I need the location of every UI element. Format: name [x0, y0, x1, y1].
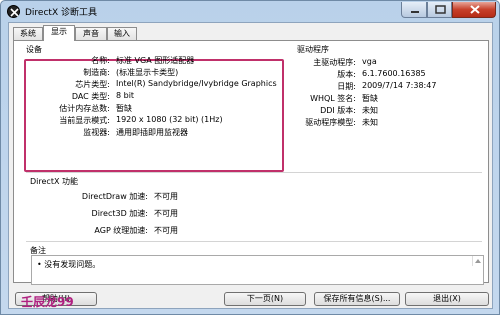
dac-type-value: 8 bit [116, 91, 135, 100]
directx-icon [7, 5, 20, 18]
driver-version-label: 版本: [337, 70, 356, 79]
device-manufacturer-label: 制造商: [83, 68, 110, 77]
driver-group-title: 驱动程序 [297, 45, 329, 54]
memory-label: 估计内存总数: [59, 104, 110, 113]
notes-textbox[interactable]: • 没有发现问题。 [31, 255, 484, 285]
chip-type-label: 芯片类型: [75, 80, 110, 89]
directdraw-value: 不可用 [154, 192, 178, 201]
driver-version-value: 6.1.7600.16385 [362, 69, 426, 78]
whql-label: WHQL 签名: [310, 94, 356, 103]
driver-date-label: 日期: [337, 82, 356, 91]
monitor-label: 监视器: [83, 128, 110, 137]
driver-date-value: 2009/7/14 7:38:47 [362, 81, 437, 90]
directx-group-title: DirectX 功能 [30, 177, 78, 186]
maximize-button[interactable] [427, 2, 452, 18]
divider [26, 241, 482, 242]
memory-value: 暂缺 [116, 104, 132, 113]
title-bar[interactable]: DirectX 诊断工具 [1, 1, 499, 22]
window-title: DirectX 诊断工具 [25, 8, 97, 18]
display-mode-label: 当前显示模式: [59, 116, 110, 125]
main-driver-value: vga [362, 57, 377, 66]
close-button[interactable] [452, 2, 496, 18]
ddi-version-label: DDI 版本: [320, 106, 356, 115]
direct3d-value: 不可用 [154, 209, 178, 218]
notes-item: • 没有发现问题。 [37, 260, 101, 269]
device-name-value: 标准 VGA 图形适配器 [116, 56, 195, 65]
save-all-button[interactable]: 保存所有信息(S)... [314, 292, 400, 306]
tab-display[interactable]: 显示 [43, 25, 75, 41]
directdraw-label: DirectDraw 加速: [81, 192, 148, 201]
whql-value: 暂缺 [362, 94, 378, 103]
device-group-title: 设备 [26, 45, 42, 54]
dac-type-label: DAC 类型: [71, 92, 110, 101]
display-panel: 设备 名称: 标准 VGA 图形适配器 制造商: (标准显示卡类型) 芯片类型:… [13, 40, 489, 285]
driver-model-label: 驱动程序模型: [305, 118, 356, 127]
ddi-version-value: 未知 [362, 106, 378, 115]
directx-diag-window: DirectX 诊断工具 系统 显示 声音 输入 设备 名称: 标准 VGA 图… [0, 0, 500, 315]
tab-system[interactable]: 系统 [13, 27, 43, 40]
watermark: 壬辰龙99 [21, 295, 74, 309]
scrollbar[interactable] [472, 256, 483, 266]
exit-button[interactable]: 退出(X) [405, 292, 489, 306]
driver-model-value: 未知 [362, 118, 378, 127]
agp-value: 不可用 [154, 226, 178, 235]
next-page-button[interactable]: 下一页(N) [224, 292, 306, 306]
agp-label: AGP 纹理加速: [94, 226, 148, 235]
tab-input[interactable]: 输入 [107, 27, 137, 40]
client-area: 系统 显示 声音 输入 设备 名称: 标准 VGA 图形适配器 制造商: (标准… [8, 22, 493, 309]
display-mode-value: 1920 x 1080 (32 bit) (1Hz) [116, 115, 223, 124]
device-name-label: 名称: [91, 56, 110, 65]
chip-type-value: Intel(R) Sandybridge/Ivybridge Graphics [116, 79, 277, 88]
main-driver-label: 主驱动程序: [313, 58, 356, 67]
minimize-button[interactable] [401, 2, 427, 18]
device-manufacturer-value: (标准显示卡类型) [116, 68, 179, 77]
divider [26, 172, 482, 173]
monitor-value: 通用即插即用监视器 [116, 128, 188, 137]
tab-sound[interactable]: 声音 [75, 27, 107, 40]
direct3d-label: Direct3D 加速: [91, 209, 148, 218]
